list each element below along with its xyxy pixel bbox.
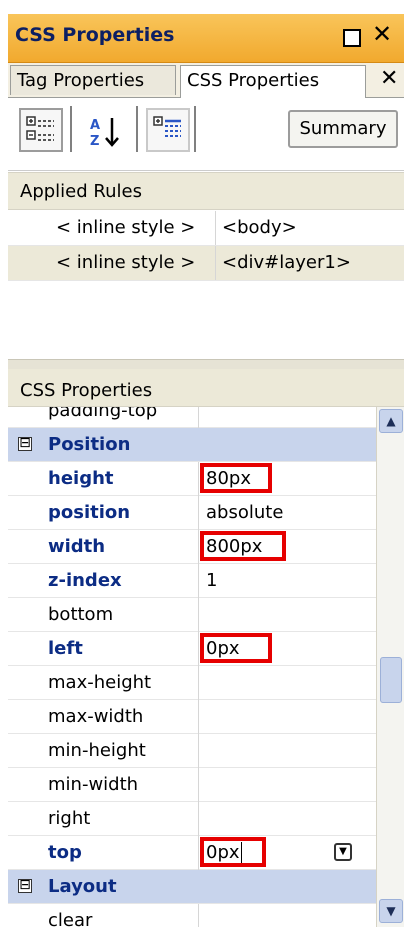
property-row-max-height[interactable]: max-height <box>8 666 376 700</box>
tab-css-properties[interactable]: CSS Properties <box>180 65 366 98</box>
property-value[interactable]: 0px <box>200 632 272 666</box>
rule-target: <body> <box>222 217 297 238</box>
applied-rule-row-selected[interactable]: < inline style > <div#layer1> <box>8 246 404 281</box>
css-properties-panel: CSS Properties ✕ Tag Properties CSS Prop… <box>8 14 404 927</box>
column-divider <box>198 407 199 428</box>
toolbar-separator <box>70 106 72 152</box>
svg-text:A: A <box>90 118 100 133</box>
property-value[interactable]: 80px <box>200 462 272 496</box>
category-row-layout[interactable]: ⊟ Layout <box>8 870 376 904</box>
sort-az-button[interactable]: A Z <box>86 110 130 154</box>
show-set-properties-button[interactable] <box>146 108 190 152</box>
property-name: bottom <box>48 604 114 625</box>
property-value[interactable]: 1 <box>206 564 217 598</box>
property-row-min-height[interactable]: min-height <box>8 734 376 768</box>
property-row-left[interactable]: left 0px <box>8 632 376 666</box>
property-value[interactable]: absolute <box>206 496 283 530</box>
sort-az-icon: A Z <box>90 118 119 149</box>
scroll-down-icon[interactable]: ▼ <box>379 899 403 923</box>
applied-rules-list: < inline style > <body> < inline style >… <box>8 211 404 371</box>
property-name: min-width <box>48 774 139 795</box>
column-divider <box>198 836 199 870</box>
category-view-icon <box>26 116 54 141</box>
category-view-button[interactable] <box>19 108 63 152</box>
property-row-bottom[interactable]: bottom <box>8 598 376 632</box>
column-divider <box>198 530 199 564</box>
category-label: Layout <box>48 876 117 897</box>
column-divider <box>198 802 199 836</box>
property-name: padding-top <box>48 407 158 421</box>
property-row-right[interactable]: right <box>8 802 376 836</box>
rule-target: <div#layer1> <box>222 252 351 273</box>
highlight-box <box>200 463 272 493</box>
property-row-min-width[interactable]: min-width <box>8 768 376 802</box>
column-divider <box>215 246 216 280</box>
applied-rule-row[interactable]: < inline style > <body> <box>8 211 404 246</box>
property-row-max-width[interactable]: max-width <box>8 700 376 734</box>
property-name: width <box>48 536 106 557</box>
rule-selector: < inline style > <box>56 217 196 238</box>
property-name: left <box>48 638 83 659</box>
column-divider <box>198 496 199 530</box>
property-name: max-width <box>48 706 144 727</box>
property-row-z-index[interactable]: z-index 1 <box>8 564 376 598</box>
show-set-properties-icon <box>153 116 181 137</box>
category-row-position[interactable]: ⊟ Position <box>8 428 376 462</box>
property-name: height <box>48 468 114 489</box>
toolbar-separator <box>194 106 196 152</box>
tab-close-icon[interactable]: ✕ <box>380 65 398 93</box>
property-row-position[interactable]: position absolute <box>8 496 376 530</box>
column-divider <box>198 768 199 802</box>
highlight-box <box>200 633 272 663</box>
vertical-scrollbar[interactable]: ▲ ▼ <box>376 407 404 927</box>
tab-tag-properties[interactable]: Tag Properties <box>10 65 176 95</box>
toolbar: A Z Summary <box>8 98 404 171</box>
panel-title: CSS Properties <box>15 24 175 46</box>
highlight-box <box>200 837 266 867</box>
property-row-clear[interactable]: clear <box>8 904 376 927</box>
collapse-icon[interactable]: ⊟ <box>18 878 32 893</box>
property-row-top[interactable]: top 0px ▼ <box>8 836 376 870</box>
property-name: position <box>48 502 131 523</box>
column-divider <box>198 700 199 734</box>
column-divider <box>198 632 199 666</box>
highlight-box <box>200 531 286 561</box>
property-name: min-height <box>48 740 146 761</box>
column-divider <box>198 598 199 632</box>
column-divider <box>198 462 199 496</box>
toolbar-separator <box>136 106 138 152</box>
property-row-width[interactable]: width 800px <box>8 530 376 564</box>
property-row-height[interactable]: height 80px <box>8 462 376 496</box>
property-name: z-index <box>48 570 122 591</box>
panel-title-bar: CSS Properties ✕ <box>8 14 404 63</box>
dropdown-arrow-icon[interactable]: ▼ <box>334 843 352 861</box>
property-row-padding-top[interactable]: padding-top <box>8 407 376 428</box>
rule-selector: < inline style > <box>56 252 196 273</box>
property-value-input[interactable]: 0px <box>200 836 266 870</box>
property-name: max-height <box>48 672 152 693</box>
maximize-icon[interactable] <box>343 29 361 47</box>
column-divider <box>198 734 199 768</box>
property-name: top <box>48 842 82 863</box>
property-name: clear <box>48 910 93 927</box>
property-name: right <box>48 808 91 829</box>
close-icon[interactable]: ✕ <box>372 20 392 48</box>
summary-button[interactable]: Summary <box>288 110 398 148</box>
tab-strip: Tag Properties CSS Properties ✕ <box>8 63 404 98</box>
property-grid: padding-top ⊟ Position height 80px posit… <box>8 407 376 927</box>
column-divider <box>198 666 199 700</box>
scroll-thumb[interactable] <box>380 657 402 703</box>
scroll-up-icon[interactable]: ▲ <box>379 409 403 433</box>
column-divider <box>215 211 216 245</box>
collapse-icon[interactable]: ⊟ <box>18 436 32 451</box>
column-divider <box>198 564 199 598</box>
category-label: Position <box>48 434 131 455</box>
css-properties-header: CSS Properties <box>8 369 404 407</box>
column-divider <box>198 904 199 927</box>
applied-rules-header: Applied Rules <box>8 172 404 210</box>
property-value[interactable]: 800px <box>200 530 286 564</box>
svg-text:Z: Z <box>90 134 99 149</box>
